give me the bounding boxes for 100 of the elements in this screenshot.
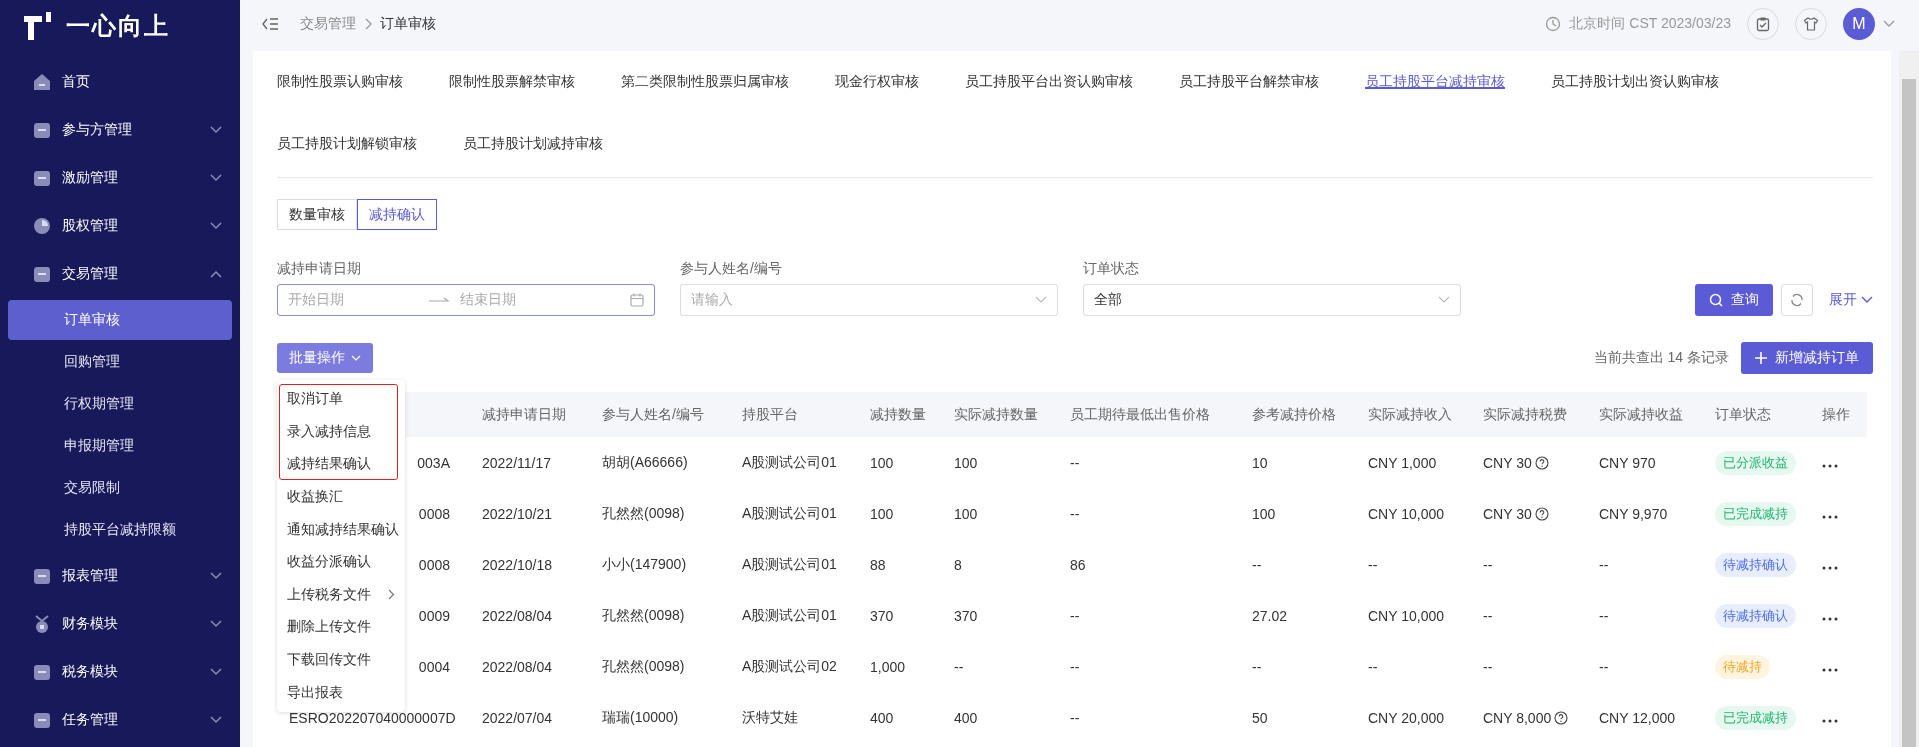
help-icon[interactable] [1554, 710, 1569, 725]
nav-item[interactable]: 激励管理 [0, 154, 240, 202]
chevron-icon [210, 270, 222, 278]
table-cell: -- [1368, 658, 1378, 675]
table-cell: CNY 12,000 [1599, 709, 1675, 726]
record-count: 当前共查出 14 条记录 [1593, 349, 1729, 367]
column-header: 员工期待最低出售价格 [1070, 405, 1210, 422]
tab[interactable]: 员工持股平台出资认购审核 [965, 51, 1133, 113]
chevron-icon [210, 668, 222, 676]
help-icon[interactable] [1534, 506, 1549, 521]
nav-item[interactable]: 报表管理 [0, 552, 240, 600]
tab[interactable]: 员工持股计划解锁审核 [277, 113, 417, 175]
submenu-item[interactable]: 订单审核 [8, 300, 232, 340]
more-icon[interactable] [1822, 565, 1838, 570]
table-cell: 400 [870, 709, 894, 726]
add-order-button[interactable]: 新增减持订单 [1741, 342, 1873, 374]
table-cell: 2022/10/18 [482, 556, 553, 573]
nav-item[interactable]: 参与方管理 [0, 106, 240, 154]
table-cell: CNY 30 [1483, 454, 1532, 471]
nav-item[interactable]: 财务模块 [0, 600, 240, 648]
status-tag: 已完成减持 [1715, 501, 1796, 526]
theme-button[interactable] [1795, 8, 1827, 40]
table-cell: CNY 20,000 [1368, 709, 1444, 726]
table-cell: 27.02 [1252, 607, 1288, 624]
menu-item[interactable]: 收益换汇 [277, 480, 405, 514]
logo-text: 一心向上 [66, 11, 170, 41]
menu-item[interactable]: 减持结果确认 [277, 448, 405, 481]
tab[interactable]: 员工持股计划减持审核 [463, 113, 603, 175]
clipboard-check-icon [1755, 16, 1771, 32]
table-cell: 小小(147900) [602, 555, 687, 572]
nav-item[interactable]: 交易管理 [0, 250, 240, 298]
menu-item[interactable]: 导出报表 [277, 676, 405, 709]
table-cell: -- [1070, 658, 1080, 675]
task-button[interactable] [1747, 8, 1779, 40]
more-icon[interactable] [1822, 463, 1838, 468]
search-icon [1709, 293, 1723, 307]
menu-item[interactable]: 上传税务文件 [277, 578, 405, 612]
status-tag: 已分派收益 [1715, 450, 1796, 475]
scrollbar[interactable] [1899, 51, 1919, 747]
tab[interactable]: 限制性股票解禁审核 [449, 51, 575, 113]
tab[interactable]: 员工持股计划出资认购审核 [1551, 51, 1719, 113]
segment-button[interactable]: 减持确认 [357, 199, 437, 230]
table-cell: A股测试公司02 [742, 657, 837, 674]
search-button[interactable]: 查询 [1695, 284, 1773, 316]
pie-icon [32, 216, 52, 236]
table-cell: CNY 9,970 [1599, 505, 1668, 522]
menu-item[interactable]: 下载回传文件 [277, 643, 405, 677]
menu-item[interactable]: 删除上传文件 [277, 611, 405, 644]
segment-button[interactable]: 数量审核 [277, 199, 357, 230]
table-cell: -- [1599, 556, 1609, 573]
nav-item[interactable]: 股权管理 [0, 202, 240, 250]
column-header: 实际减持数量 [954, 405, 1038, 422]
tab[interactable]: 员工持股平台解禁审核 [1179, 51, 1319, 113]
status-tag: 待减持确认 [1715, 603, 1796, 628]
table-cell: 2022/08/04 [482, 658, 553, 675]
chevron-icon [210, 126, 222, 134]
nav-item[interactable]: 任务管理 [0, 696, 240, 744]
table-cell: -- [1599, 607, 1609, 624]
table-cell: 50 [1252, 709, 1268, 726]
menu-item[interactable]: 录入减持信息 [277, 415, 405, 449]
table-cell: CNY 970 [1599, 454, 1656, 471]
column-header: 订单状态 [1715, 405, 1771, 422]
submenu-item[interactable]: 持股平台减持限额 [8, 510, 232, 550]
submenu-item[interactable]: 申报期管理 [8, 426, 232, 466]
table-cell: 胡胡(A66666) [602, 453, 688, 470]
menu-item[interactable]: 取消订单 [277, 383, 405, 416]
tab[interactable]: 现金行权审核 [835, 51, 919, 113]
user-avatar[interactable]: M [1843, 8, 1875, 40]
submenu-item[interactable]: 行权期管理 [8, 384, 232, 424]
table-cell: A股测试公司01 [742, 555, 837, 572]
more-icon[interactable] [1822, 667, 1838, 672]
menu-item[interactable]: 收益分派确认 [277, 545, 405, 579]
column-header: 实际减持税费 [1483, 405, 1567, 422]
table-cell: CNY 10,000 [1368, 505, 1444, 522]
expand-link[interactable]: 展开 [1829, 291, 1873, 309]
table-cell: 370 [870, 607, 894, 624]
more-icon[interactable] [1822, 616, 1838, 621]
server-time: 北京时间 CST 2023/03/23 [1569, 15, 1731, 33]
tab[interactable]: 限制性股票认购审核 [277, 51, 403, 113]
tab[interactable]: 第二类限制性股票归属审核 [621, 51, 789, 113]
more-icon[interactable] [1822, 514, 1838, 519]
column-header: 实际减持收益 [1599, 405, 1683, 422]
table-cell: 100 [954, 505, 978, 522]
status-select[interactable]: 全部 [1083, 284, 1461, 316]
caret-icon[interactable] [1883, 20, 1895, 28]
menu-fold-icon[interactable] [262, 17, 278, 31]
help-icon[interactable] [1534, 455, 1549, 470]
table-cell: 86 [1070, 556, 1086, 573]
submenu-item[interactable]: 交易限制 [8, 468, 232, 508]
refresh-button[interactable] [1781, 284, 1813, 316]
batch-actions-button[interactable]: 批量操作 [277, 343, 373, 373]
nav-item[interactable]: 首页 [0, 58, 240, 106]
table-cell: 0009 [418, 607, 450, 624]
column-header: 实际减持收入 [1368, 405, 1452, 422]
menu-item[interactable]: 通知减持结果确认 [277, 513, 405, 546]
column-header: 参考减持价格 [1252, 405, 1336, 422]
chevron-down-icon [1438, 296, 1450, 304]
more-icon[interactable] [1822, 718, 1838, 723]
nav-item[interactable]: 税务模块 [0, 648, 240, 696]
submenu-item[interactable]: 回购管理 [8, 342, 232, 382]
